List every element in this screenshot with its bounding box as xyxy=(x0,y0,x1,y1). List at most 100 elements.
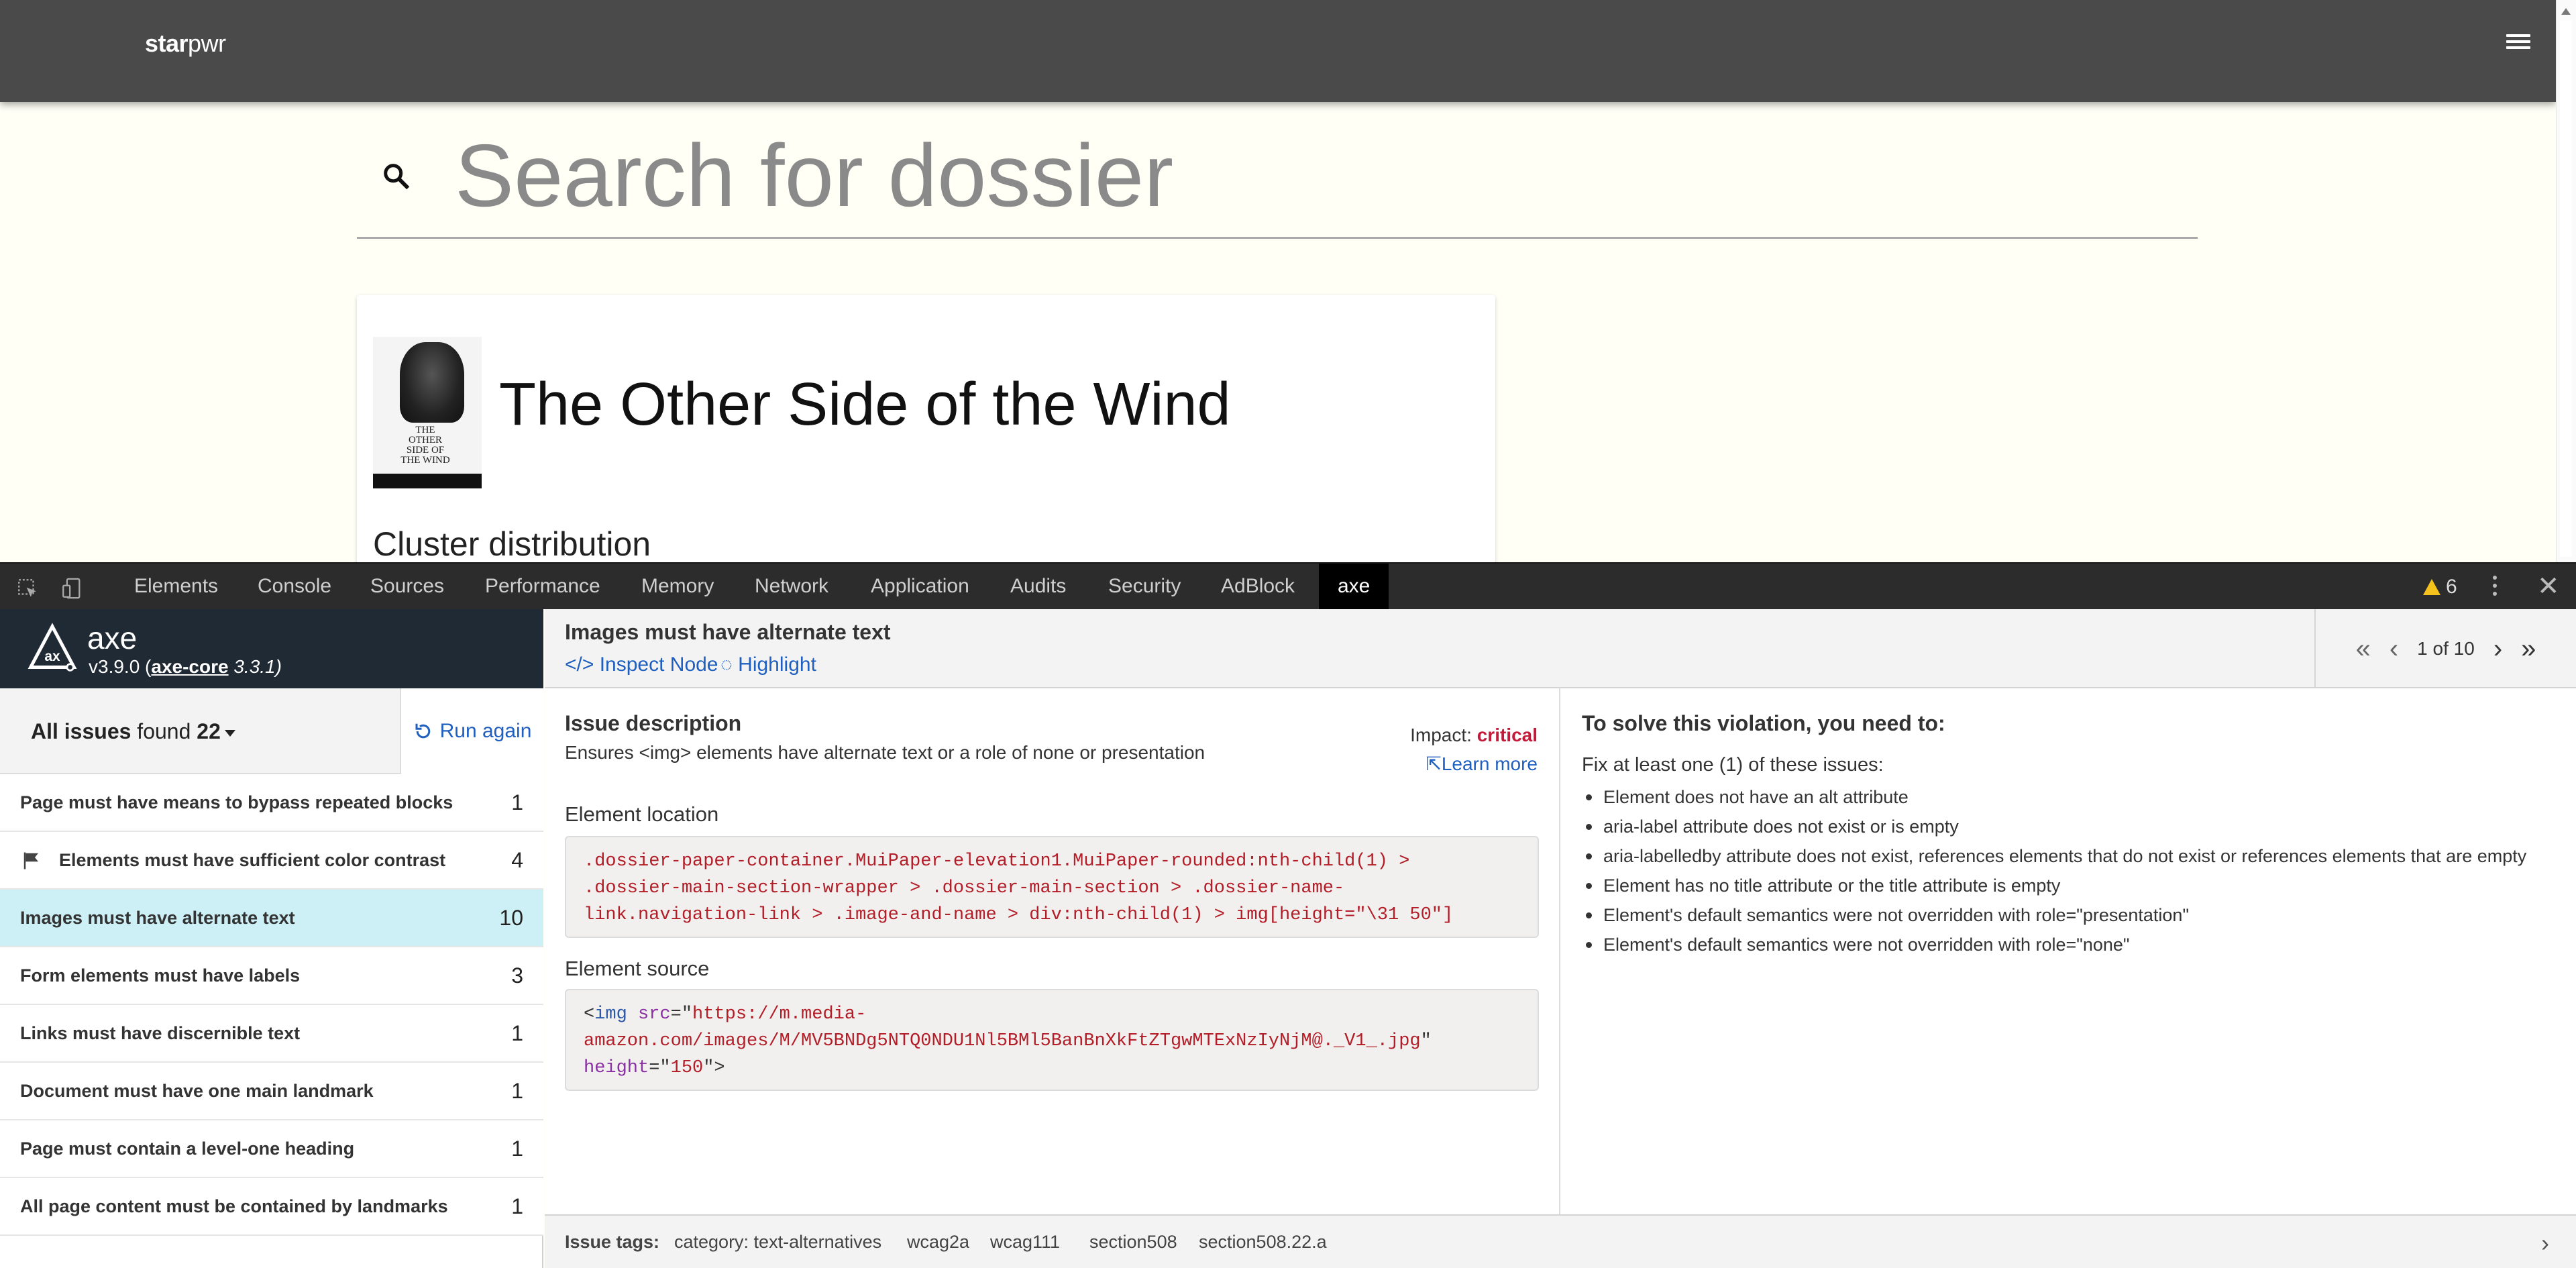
movie-poster[interactable]: THE OTHER SIDE OF THE WIND xyxy=(373,337,482,488)
last-page-icon[interactable]: » xyxy=(2521,635,2536,662)
warning-counter[interactable]: 6 xyxy=(2423,576,2457,598)
issue-list-item[interactable]: Page must contain a level-one heading 1 xyxy=(0,1120,543,1178)
tab-performance[interactable]: Performance xyxy=(485,564,600,609)
solve-item: Element has no title attribute or the ti… xyxy=(1582,871,2548,900)
rule-details: Issue description Ensures <img> elements… xyxy=(545,688,2576,1214)
issue-list-item[interactable]: Form elements must have labels 3 xyxy=(0,947,543,1005)
issue-count: 4 xyxy=(511,847,523,872)
axe-title: axe xyxy=(87,621,138,655)
tab-memory[interactable]: Memory xyxy=(641,564,714,609)
run-again-button[interactable]: Run again xyxy=(400,688,543,774)
issue-count: 3 xyxy=(511,963,523,988)
issue-list-item[interactable]: Images must have alternate text 10 xyxy=(0,890,543,947)
location-line-1: .dossier-paper-container.MuiPaper-elevat… xyxy=(584,851,1410,871)
issues-filter-row: All issues found 22 Run again xyxy=(0,688,543,774)
issue-label: Links must have discernible text xyxy=(20,1022,301,1043)
solve-item: aria-label attribute does not exist or i… xyxy=(1582,812,2548,841)
section-heading: Cluster distribution xyxy=(373,525,651,563)
next-page-icon[interactable]: › xyxy=(2493,635,2502,662)
issue-list-item[interactable]: Elements must have sufficient color cont… xyxy=(0,832,543,890)
element-source-code[interactable]: <img src="https://m.media-amazon.com/ima… xyxy=(565,989,1539,1091)
rule-header: Images must have alternate text </> Insp… xyxy=(545,609,2576,688)
issue-label: Form elements must have labels xyxy=(20,965,301,986)
tab-adblock[interactable]: AdBlock xyxy=(1221,564,1295,609)
app-logo[interactable]: starpwr xyxy=(145,30,226,58)
issue-list-item[interactable]: Links must have discernible text 1 xyxy=(0,1005,543,1063)
close-devtools-icon[interactable]: ✕ xyxy=(2537,573,2560,600)
issue-label: Images must have alternate text xyxy=(20,907,295,928)
code-icon: </> xyxy=(565,653,600,676)
tag: section508.22.a xyxy=(1199,1232,1327,1252)
tag: category: text-alternatives xyxy=(674,1232,882,1252)
issue-label: Elements must have sufficient color cont… xyxy=(59,849,446,870)
issues-filter-dropdown[interactable]: All issues found 22 xyxy=(31,719,235,744)
issue-label: Document must have one main landmark xyxy=(20,1080,374,1101)
tag: wcag2a xyxy=(907,1232,970,1252)
tags-label: Issue tags: xyxy=(565,1232,660,1252)
tab-application[interactable]: Application xyxy=(871,564,969,609)
svg-text:ax: ax xyxy=(44,649,60,664)
refresh-icon xyxy=(415,723,430,739)
issue-details-column: Issue description Ensures <img> elements… xyxy=(545,688,1560,1214)
search-input[interactable] xyxy=(455,131,2065,219)
solve-heading: To solve this violation, you need to: xyxy=(1582,711,1945,735)
poster-text: THE OTHER SIDE OF THE WIND xyxy=(400,425,450,466)
issue-count: 1 xyxy=(511,1136,523,1161)
issue-count: 1 xyxy=(511,790,523,814)
chevron-down-icon xyxy=(224,729,235,737)
tag: wcag111 xyxy=(990,1232,1061,1252)
highlight-icon: ◌ xyxy=(720,653,739,676)
tab-security[interactable]: Security xyxy=(1108,564,1181,609)
tab-network[interactable]: Network xyxy=(755,564,828,609)
axe-core-link[interactable]: axe-core xyxy=(151,656,228,677)
solve-column: To solve this violation, you need to: Fi… xyxy=(1562,688,2576,1214)
solve-list: Element does not have an alt attribute ar… xyxy=(1582,782,2548,959)
tab-sources[interactable]: Sources xyxy=(370,564,444,609)
description-text: Ensures <img> elements have alternate te… xyxy=(565,742,1205,763)
axe-header: ax axe v3.9.0 (axe-core 3.3.1) xyxy=(0,609,543,688)
solve-item: Element's default semantics were not ove… xyxy=(1582,900,2548,930)
tab-elements[interactable]: Elements xyxy=(134,564,218,609)
solve-item: Element does not have an alt attribute xyxy=(1582,782,2548,812)
previous-page-icon[interactable]: ‹ xyxy=(2390,635,2398,662)
scrollbar-thumb[interactable] xyxy=(2560,20,2572,557)
issue-list-item[interactable]: All page content must be contained by la… xyxy=(0,1178,543,1236)
issue-label: Page must contain a level-one heading xyxy=(20,1138,355,1159)
impact-value: critical xyxy=(1477,725,1538,745)
chevron-right-icon[interactable]: › xyxy=(2541,1229,2549,1257)
inspect-element-icon[interactable] xyxy=(16,577,39,600)
tag: section508 xyxy=(1089,1232,1177,1252)
first-page-icon[interactable]: « xyxy=(2356,635,2371,662)
inspect-node-link[interactable]: </> Inspect Node xyxy=(565,653,718,676)
tab-audits[interactable]: Audits xyxy=(1010,564,1066,609)
location-line-3: link.navigation-link > .image-and-name >… xyxy=(584,905,1454,925)
warning-icon xyxy=(2423,579,2440,595)
tab-console[interactable]: Console xyxy=(258,564,331,609)
dossier-title[interactable]: The Other Side of the Wind xyxy=(499,370,1231,439)
axe-logo-icon: ax xyxy=(28,623,77,672)
menu-icon[interactable] xyxy=(2506,30,2530,54)
highlight-link[interactable]: ◌ Highlight xyxy=(720,653,816,676)
issue-list-item[interactable]: Page must have means to bypass repeated … xyxy=(0,774,543,832)
description-heading: Issue description xyxy=(565,711,742,735)
scroll-up-arrow-icon[interactable] xyxy=(2561,8,2571,15)
more-options-icon[interactable] xyxy=(2493,576,2497,596)
learn-more-link[interactable]: ⇱Learn more xyxy=(1426,753,1538,775)
axe-version: v3.9.0 (axe-core 3.3.1) xyxy=(89,656,282,677)
search-bar xyxy=(357,119,2198,239)
location-heading: Element location xyxy=(565,802,719,826)
issue-count: 1 xyxy=(511,1078,523,1103)
element-location-code[interactable]: .dossier-paper-container.MuiPaper-elevat… xyxy=(565,836,1539,938)
flag-icon xyxy=(23,852,38,869)
issue-list-item[interactable]: Document must have one main landmark 1 xyxy=(0,1063,543,1120)
solve-item: Element's default semantics were not ove… xyxy=(1582,930,2548,959)
tab-axe[interactable]: axe xyxy=(1319,564,1389,609)
issue-pager: « ‹ 1 of 10 › » xyxy=(2314,609,2576,688)
device-toolbar-icon[interactable] xyxy=(60,577,83,600)
search-icon xyxy=(384,164,410,190)
source-heading: Element source xyxy=(565,957,710,980)
solve-subheading: Fix at least one (1) of these issues: xyxy=(1582,754,1884,776)
issue-label: All page content must be contained by la… xyxy=(20,1196,448,1216)
external-link-icon: ⇱ xyxy=(1426,753,1442,774)
issue-count: 1 xyxy=(511,1020,523,1045)
